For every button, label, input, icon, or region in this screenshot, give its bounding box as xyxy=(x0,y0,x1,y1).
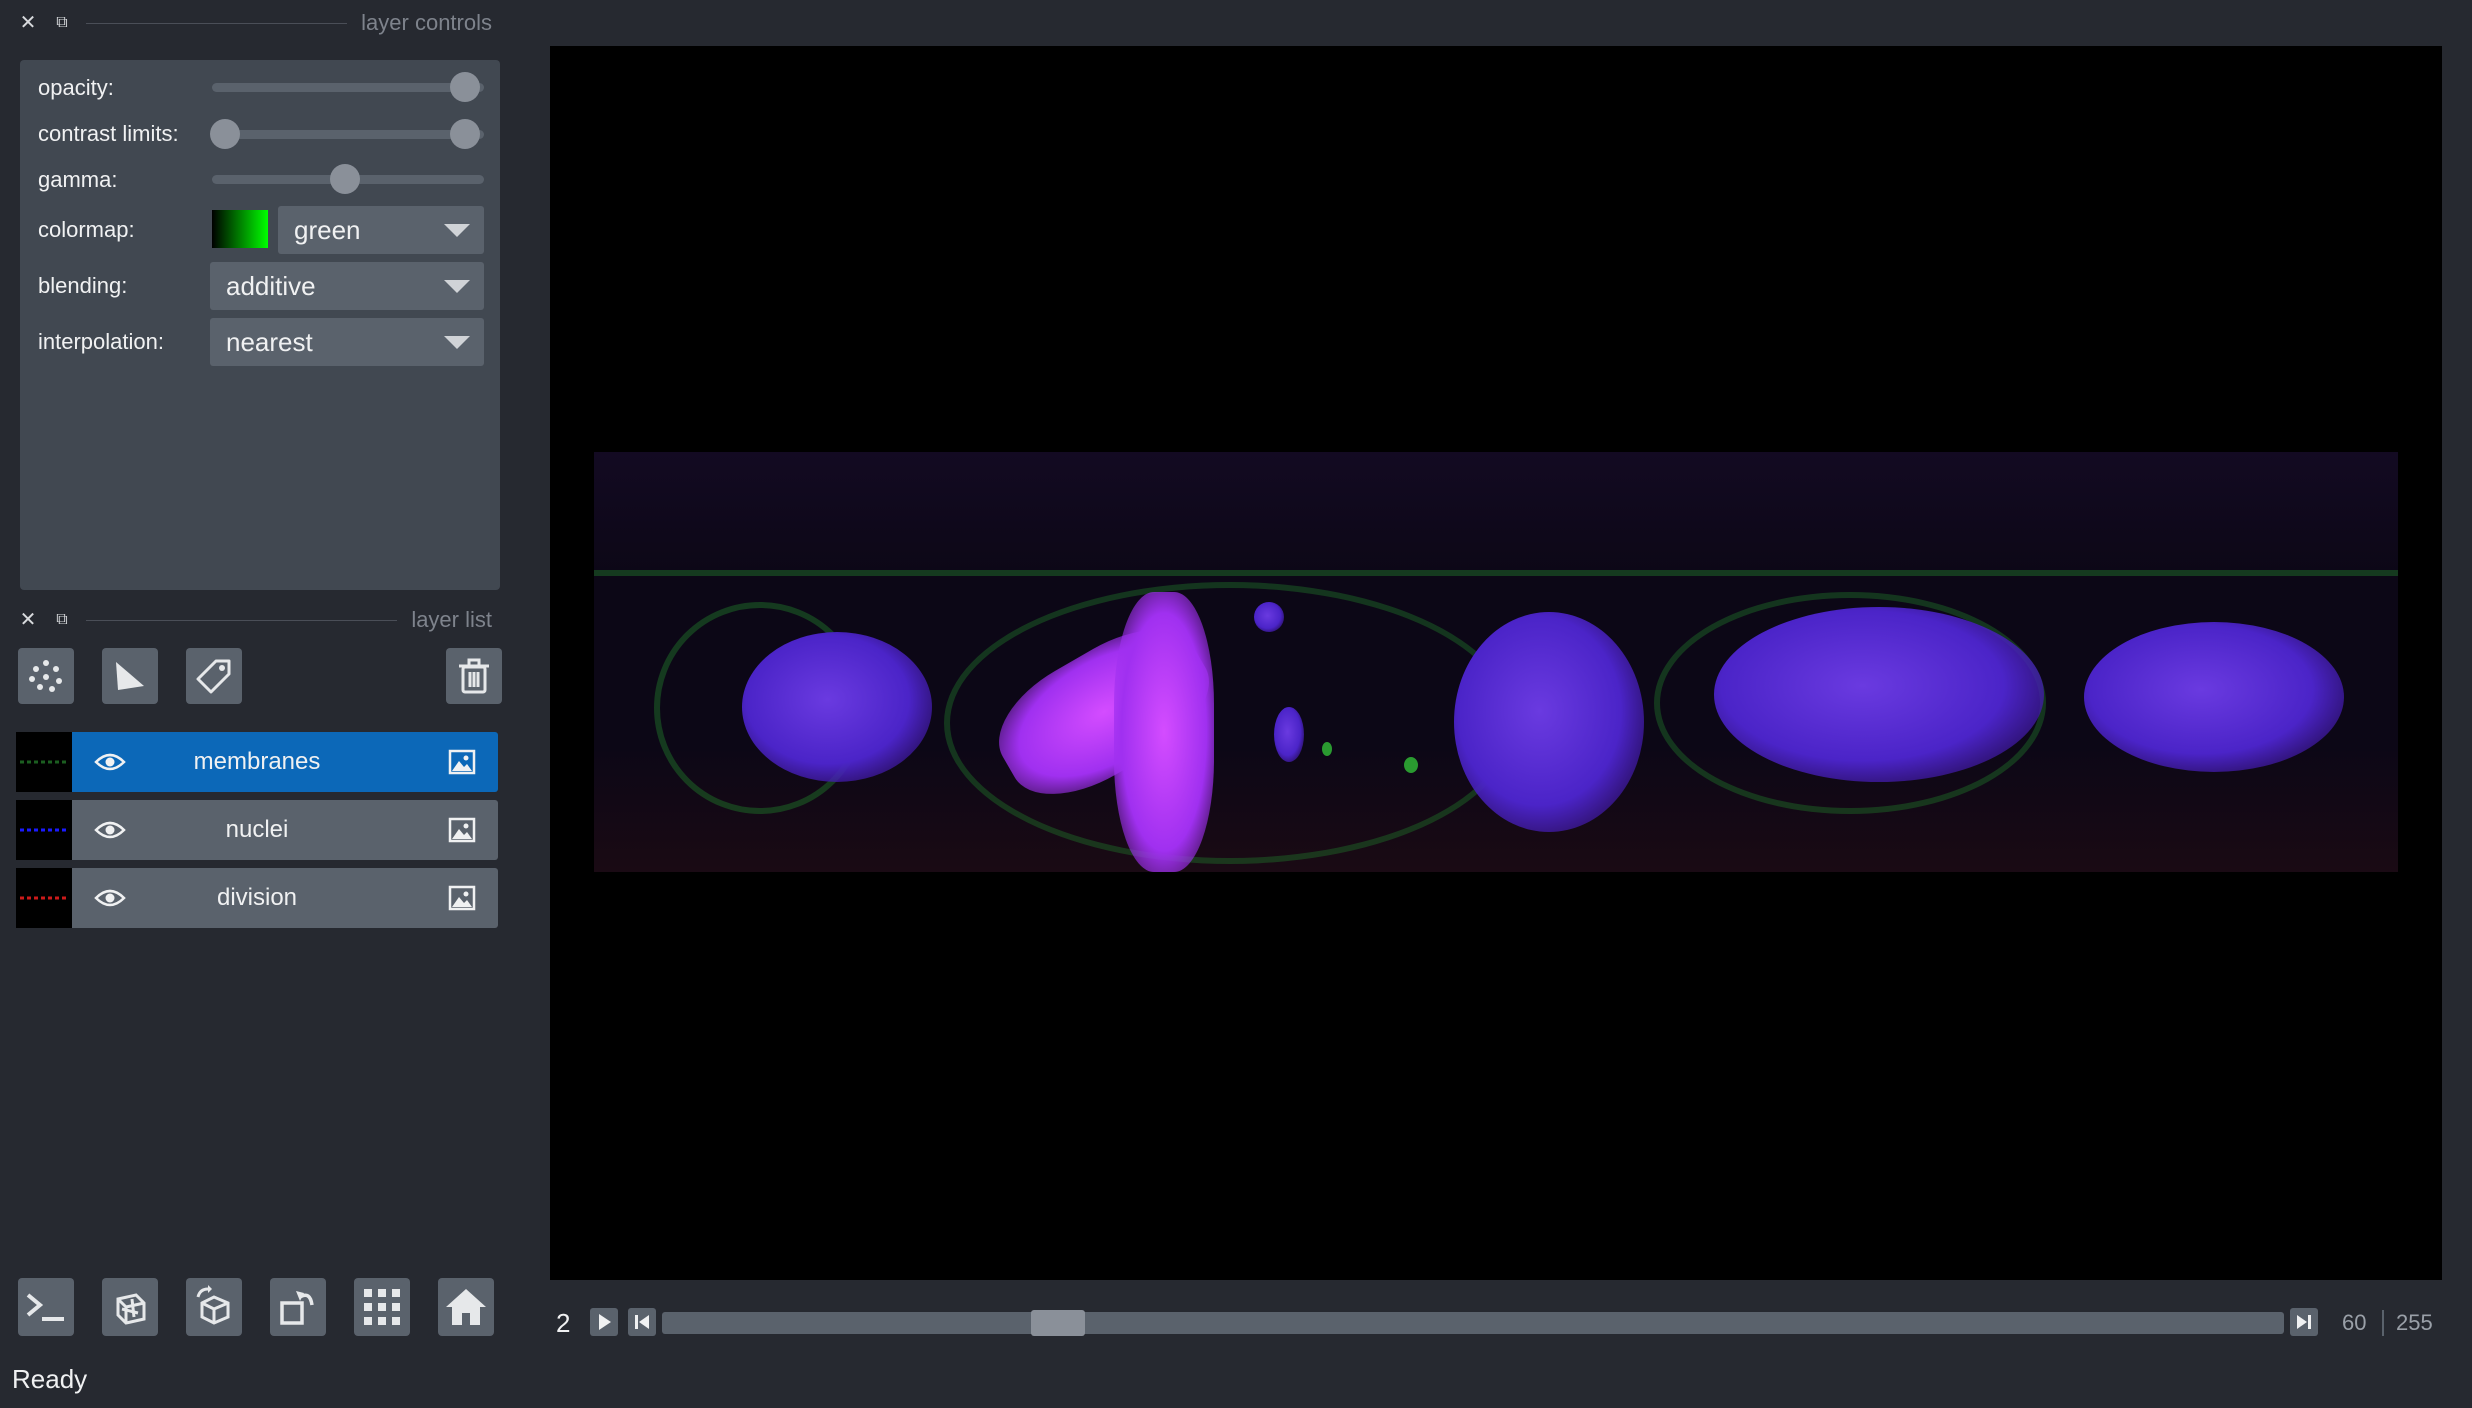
value-separator xyxy=(2382,1310,2384,1336)
contrast-row: contrast limits: xyxy=(38,114,179,154)
colormap-row: colormap: xyxy=(38,210,135,250)
last-frame-icon xyxy=(2297,1315,2311,1329)
image-layer xyxy=(594,452,2398,872)
layer-controls-panel: opacity: contrast limits: gamma: colorma… xyxy=(20,60,500,590)
colormap-preview xyxy=(212,210,268,248)
layer-list-titlebar: ✕ ⧉ layer list xyxy=(18,605,492,635)
interpolation-value: nearest xyxy=(226,326,313,357)
labels-icon xyxy=(196,659,231,694)
roll-icon xyxy=(196,1285,230,1325)
nucleus xyxy=(1254,602,1284,632)
layer-row-nuclei[interactable]: nuclei xyxy=(16,800,498,860)
contrast-limits-label: contrast limits: xyxy=(38,121,179,146)
console-icon xyxy=(26,1293,64,1321)
slider-max-label: 255 xyxy=(2396,1310,2433,1335)
status-bar: Ready xyxy=(12,1364,88,1394)
contrast-min-handle[interactable] xyxy=(210,119,240,149)
contrast-max-handle[interactable] xyxy=(450,119,480,149)
close-icon[interactable]: ✕ xyxy=(18,610,38,630)
contrast-limits-slider[interactable] xyxy=(212,130,484,139)
opacity-row: opacity: xyxy=(38,68,114,108)
blending-row: blending: xyxy=(38,266,127,306)
titlebar-divider xyxy=(86,619,398,621)
layer-row-division[interactable]: division xyxy=(16,868,498,928)
layer-controls-titlebar: ✕ ⧉ layer controls xyxy=(18,8,492,38)
colormap-value: green xyxy=(294,214,361,245)
gamma-row: gamma: xyxy=(38,160,117,200)
nucleus xyxy=(1274,707,1304,762)
layer-thumbnail xyxy=(16,732,72,792)
dividing-cell xyxy=(1114,592,1214,872)
layer-thumbnail xyxy=(16,868,72,928)
gamma-label: gamma: xyxy=(38,167,118,192)
roll-dimensions-button[interactable] xyxy=(186,1278,242,1336)
first-frame-button[interactable] xyxy=(628,1308,656,1336)
grid-icon xyxy=(364,1289,400,1325)
float-icon[interactable]: ⧉ xyxy=(52,13,72,33)
ndisplay-button[interactable] xyxy=(102,1278,158,1336)
play-button[interactable] xyxy=(590,1308,618,1336)
layer-name[interactable]: division xyxy=(76,868,438,928)
blending-value: additive xyxy=(226,270,316,301)
titlebar-divider xyxy=(86,22,348,24)
play-icon xyxy=(599,1314,611,1330)
points-icon xyxy=(29,660,62,692)
layer-name[interactable]: nuclei xyxy=(76,800,438,860)
dims-slider-row: 2 60 255 xyxy=(550,1304,2442,1344)
image-icon xyxy=(448,817,476,843)
ndisplay-icon xyxy=(116,1293,146,1325)
layer-thumbnail xyxy=(16,800,72,860)
interpolation-label: interpolation: xyxy=(38,329,164,354)
new-labels-button[interactable] xyxy=(186,648,242,704)
transpose-icon xyxy=(280,1291,314,1325)
chevron-down-icon xyxy=(444,224,470,237)
layer-list-title: layer list xyxy=(411,607,492,632)
first-frame-icon xyxy=(635,1315,649,1329)
nucleus xyxy=(1714,607,2044,782)
interpolation-dropdown[interactable]: nearest xyxy=(210,318,484,366)
dims-slider-track[interactable] xyxy=(662,1312,2284,1334)
layer-controls-title: layer controls xyxy=(361,10,492,35)
opacity-slider-handle[interactable] xyxy=(450,72,480,102)
new-points-button[interactable] xyxy=(18,648,74,704)
nucleus xyxy=(742,632,932,782)
trash-icon xyxy=(459,658,489,694)
blending-label: blending: xyxy=(38,273,128,298)
image-icon xyxy=(448,749,476,775)
opacity-label: opacity: xyxy=(38,75,114,100)
green-spot xyxy=(1322,742,1332,756)
last-frame-button[interactable] xyxy=(2290,1308,2318,1336)
delete-layer-button[interactable] xyxy=(446,648,502,704)
viewer-canvas[interactable] xyxy=(550,46,2442,1280)
opacity-slider[interactable] xyxy=(212,83,484,92)
grid-view-button[interactable] xyxy=(354,1278,410,1336)
chevron-down-icon xyxy=(444,280,470,293)
blending-dropdown[interactable]: additive xyxy=(210,262,484,310)
layer-name[interactable]: membranes xyxy=(76,732,438,792)
home-button[interactable] xyxy=(438,1278,494,1336)
green-spot xyxy=(1404,757,1418,773)
interpolation-row: interpolation: xyxy=(38,322,164,362)
new-shapes-button[interactable] xyxy=(102,648,158,704)
image-icon xyxy=(448,885,476,911)
layer-row-membranes[interactable]: membranes xyxy=(16,732,498,792)
colormap-dropdown[interactable]: green xyxy=(278,206,484,254)
chevron-down-icon xyxy=(444,336,470,349)
nucleus xyxy=(2084,622,2344,772)
membrane-top-line xyxy=(594,570,2398,576)
slider-value-label: 60 xyxy=(2342,1310,2367,1335)
home-icon xyxy=(446,1289,486,1325)
shapes-icon xyxy=(116,662,144,690)
gamma-slider-handle[interactable] xyxy=(330,164,360,194)
close-icon[interactable]: ✕ xyxy=(18,13,38,33)
console-button[interactable] xyxy=(18,1278,74,1336)
transpose-button[interactable] xyxy=(270,1278,326,1336)
nucleus xyxy=(1454,612,1644,832)
dims-slider-handle[interactable] xyxy=(1030,1310,1085,1336)
float-icon[interactable]: ⧉ xyxy=(52,610,72,630)
current-step-label[interactable]: 2 xyxy=(556,1308,570,1339)
colormap-label: colormap: xyxy=(38,217,135,242)
